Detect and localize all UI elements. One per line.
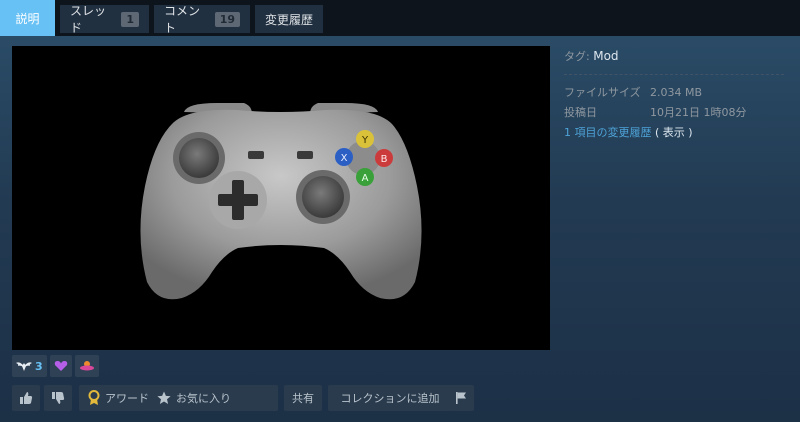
award-chip-heart[interactable]: [49, 355, 72, 377]
winged-award-icon: [16, 362, 32, 371]
star-icon: [157, 391, 171, 404]
tab-comments-label: コメント: [164, 4, 201, 35]
share-button[interactable]: 共有: [284, 385, 322, 411]
add-to-collection-label: コレクションに追加: [340, 392, 440, 405]
award-chip[interactable]: 3: [12, 355, 47, 377]
flag-icon: [456, 392, 466, 404]
ufo-award-icon: [79, 361, 94, 371]
award-count: 3: [35, 359, 43, 373]
game-controller-image: Y X B A: [140, 103, 422, 300]
posted-value: 10月21日 1時08分: [650, 106, 747, 119]
change-notes-show-link[interactable]: ( 表示 ): [655, 126, 693, 139]
tab-description[interactable]: 説明: [0, 0, 55, 36]
tab-threads[interactable]: スレッド 1: [60, 4, 149, 35]
award-ribbon-icon: [88, 390, 100, 405]
purple-heart-award-icon: [54, 361, 67, 371]
change-notes-link[interactable]: 1 項目の変更履歴: [564, 126, 652, 139]
tab-comments[interactable]: コメント 19: [154, 4, 250, 35]
tab-threads-label: スレッド: [70, 4, 107, 35]
favorite-button-label: お気に入り: [176, 392, 231, 405]
tab-threads-count: 1: [121, 11, 139, 27]
awards-row: 3: [12, 355, 99, 377]
button-b-label: B: [381, 154, 388, 165]
award-button[interactable]: アワード: [79, 385, 158, 411]
award-chip-ufo[interactable]: [74, 355, 99, 377]
tab-description-label: 説明: [15, 11, 40, 26]
change-notes-line: 1 項目の変更履歴 ( 表示 ): [564, 123, 784, 143]
tab-change-notes-label: 変更履歴: [265, 12, 314, 27]
share-button-label: 共有: [292, 392, 314, 405]
tab-change-notes[interactable]: 変更履歴: [255, 5, 323, 33]
thumbs-down-icon: [52, 392, 65, 404]
button-y-label: Y: [361, 135, 369, 146]
favorite-button[interactable]: お気に入り: [151, 385, 278, 411]
add-to-collection-button[interactable]: コレクションに追加: [328, 385, 452, 411]
rate-up-button[interactable]: [12, 385, 40, 411]
details-panel: タグ: Mod ファイルサイズ 2.034 MB 投稿日 10月21日 1時08…: [564, 48, 784, 143]
file-size-row: ファイルサイズ 2.034 MB: [564, 83, 784, 103]
posted-row: 投稿日 10月21日 1時08分: [564, 103, 784, 123]
details-divider: [564, 74, 784, 75]
tags-label: タグ:: [564, 50, 590, 63]
file-size-label: ファイルサイズ: [564, 86, 641, 99]
file-size-value: 2.034 MB: [650, 86, 703, 99]
button-x-label: X: [341, 153, 348, 164]
report-button[interactable]: [448, 385, 474, 411]
preview-image[interactable]: Y X B A: [12, 46, 550, 350]
tab-comments-count: 19: [214, 11, 240, 27]
tab-bar: 説明 スレッド 1 コメント 19 変更履歴: [0, 0, 800, 36]
button-a-label: A: [362, 173, 369, 184]
award-button-label: アワード: [105, 392, 149, 405]
rate-down-button[interactable]: [44, 385, 72, 411]
thumbs-up-icon: [20, 392, 33, 404]
tag-value[interactable]: Mod: [593, 49, 618, 63]
tags-line: タグ: Mod: [564, 48, 784, 64]
posted-label: 投稿日: [564, 106, 597, 119]
